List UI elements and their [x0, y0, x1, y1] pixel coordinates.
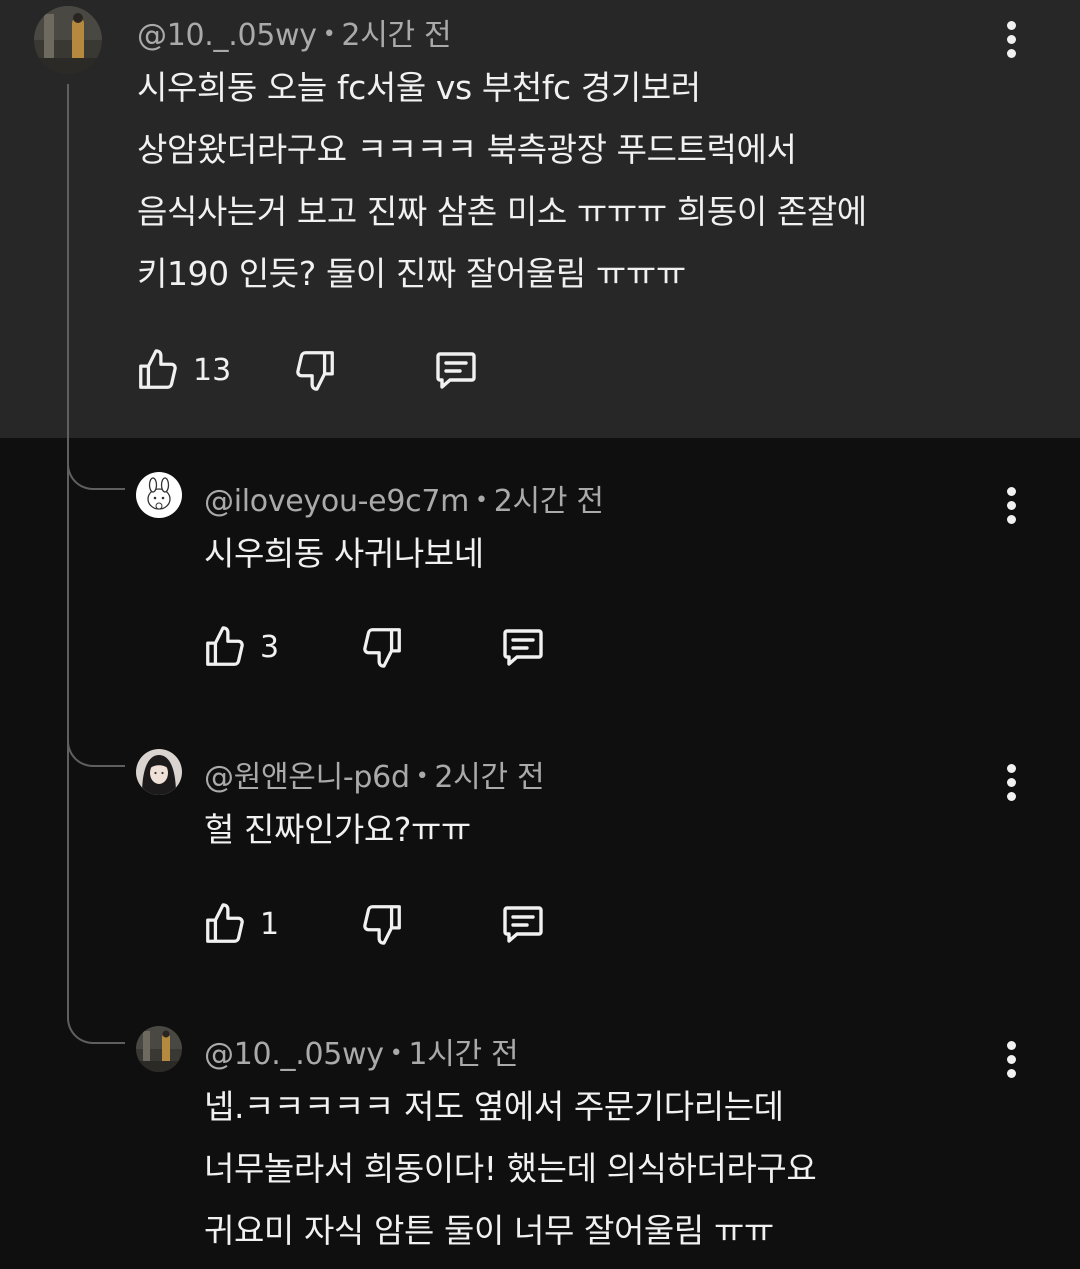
- like-count: 3: [260, 629, 280, 665]
- dislike-button[interactable]: [359, 623, 405, 671]
- avatar[interactable]: [34, 6, 102, 74]
- separator-dot: •: [475, 488, 488, 513]
- reply-author[interactable]: @10._.05wy: [204, 1037, 384, 1072]
- comment-time[interactable]: 2시간 전: [341, 18, 451, 53]
- comment-body: 시우희동 오늘 fc서울 vs 부천fc 경기보러 상암왔더라구요 ㅋㅋㅋㅋ 북…: [137, 57, 867, 305]
- thumb-up-icon: [139, 349, 177, 389]
- thumb-up-icon: [206, 903, 244, 943]
- reply-connector: [67, 737, 125, 767]
- reply-author[interactable]: @원앤온니-p6d: [204, 760, 410, 795]
- like-button[interactable]: 1: [202, 900, 279, 948]
- separator-dot: •: [415, 764, 429, 789]
- more-options-button[interactable]: [1000, 1040, 1024, 1080]
- separator-dot: •: [389, 1041, 403, 1066]
- reply-line: 시우희동 사귀나보네: [204, 534, 484, 573]
- reply-author[interactable]: @iloveyou-e9c7m: [204, 484, 469, 519]
- thumb-down-icon: [363, 905, 401, 945]
- reply-time[interactable]: 2시간 전: [434, 760, 544, 795]
- comment-author[interactable]: @10._.05wy: [137, 18, 317, 53]
- more-vertical-icon: [1007, 764, 1016, 773]
- separator-dot: •: [322, 22, 336, 47]
- reply-meta: @iloveyou-e9c7m • 2시간 전: [204, 476, 604, 520]
- comment-meta: @10._.05wy • 2시간 전: [137, 10, 452, 54]
- thumb-down-icon: [296, 351, 334, 391]
- more-vertical-icon: [1007, 1041, 1016, 1050]
- comment-line: 키190 인듯? 둘이 진짜 잘어울림 ㅠㅠㅠ: [137, 254, 686, 293]
- reply-body: 시우희동 사귀나보네: [204, 523, 484, 585]
- reply-body: 헐 진짜인가요?ㅠㅠ: [204, 799, 471, 861]
- dislike-button[interactable]: [292, 346, 338, 394]
- reply-line: 헐 진짜인가요?ㅠㅠ: [204, 810, 471, 849]
- reply-line: 넵.ㅋㅋㅋㅋㅋ 저도 옆에서 주문기다리는데: [204, 1087, 784, 1126]
- avatar[interactable]: [136, 1026, 182, 1072]
- reply-connector: [67, 1014, 125, 1044]
- thumb-up-icon: [206, 626, 244, 666]
- reply-meta: @10._.05wy • 1시간 전: [204, 1029, 519, 1073]
- reply-connector: [67, 460, 125, 490]
- reply-meta: @원앤온니-p6d • 2시간 전: [204, 752, 545, 796]
- like-button[interactable]: 3: [202, 623, 279, 671]
- more-options-button[interactable]: [1000, 763, 1024, 803]
- avatar[interactable]: [136, 749, 182, 795]
- dislike-button[interactable]: [359, 900, 405, 948]
- reply-comment-icon: [503, 906, 543, 943]
- reply-button[interactable]: [498, 623, 548, 671]
- reply-thread-line: [67, 84, 69, 1020]
- comment-line: 음식사는거 보고 진짜 삼촌 미소 ㅠㅠㅠ 희동이 존잘에: [137, 192, 867, 231]
- reply-time[interactable]: 1시간 전: [408, 1037, 518, 1072]
- reply-line: 귀요미 자식 암튼 둘이 너무 잘어울림 ㅠㅠ: [204, 1211, 774, 1250]
- comment-line: 상암왔더라구요 ㅋㅋㅋㅋ 북측광장 푸드트럭에서: [137, 130, 797, 169]
- reply-comment-icon: [436, 352, 476, 389]
- avatar[interactable]: [136, 472, 182, 518]
- more-options-button[interactable]: [1000, 486, 1024, 526]
- more-vertical-icon: [1007, 21, 1016, 30]
- reply-button[interactable]: [498, 900, 548, 948]
- comment-line: 시우희동 오늘 fc서울 vs 부천fc 경기보러: [137, 68, 701, 107]
- more-vertical-icon: [1007, 487, 1016, 496]
- reply-comment-icon: [503, 629, 543, 666]
- like-button[interactable]: 13: [135, 346, 231, 394]
- thumb-down-icon: [363, 628, 401, 668]
- reply-body: 넵.ㅋㅋㅋㅋㅋ 저도 옆에서 주문기다리는데 너무놀라서 희동이다! 했는데 의…: [204, 1076, 817, 1262]
- like-count: 13: [193, 352, 232, 388]
- reply-time[interactable]: 2시간 전: [494, 484, 604, 519]
- more-options-button[interactable]: [1000, 20, 1024, 60]
- like-count: 1: [260, 906, 280, 942]
- reply-button[interactable]: [431, 346, 481, 394]
- reply-line: 너무놀라서 희동이다! 했는데 의식하더라구요: [204, 1149, 817, 1188]
